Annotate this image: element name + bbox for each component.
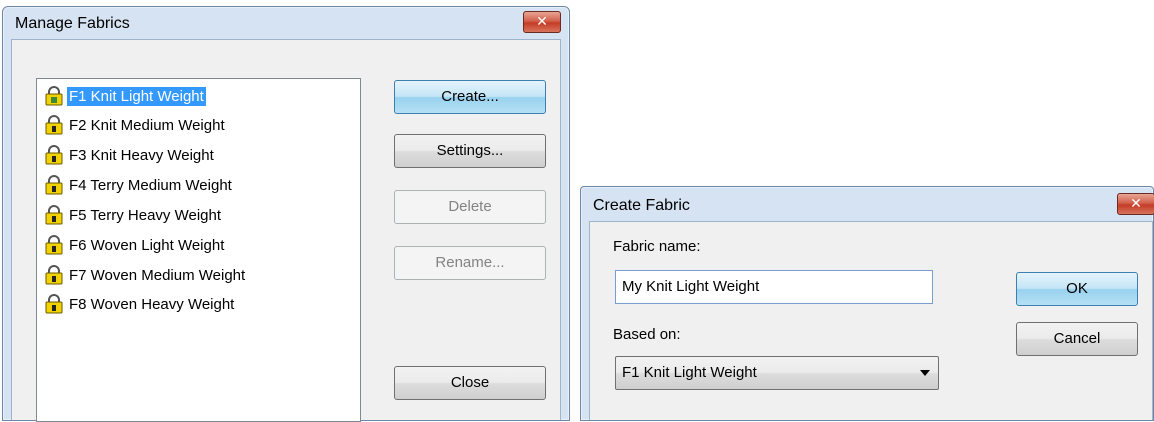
lock-icon bbox=[45, 235, 63, 255]
fabric-label: F2 Knit Medium Weight bbox=[69, 116, 225, 134]
fabric-name-label: Fabric name: bbox=[613, 238, 701, 255]
create-fabric-close-icon[interactable]: ✕ bbox=[1117, 193, 1154, 215]
lock-icon bbox=[45, 294, 63, 314]
create-fabric-client: Fabric name: My Knit Light Weight Based … bbox=[589, 221, 1153, 420]
lock-icon bbox=[45, 265, 63, 285]
manage-fabrics-dialog: Manage Fabrics ✕ F1 Knit Light Weight F2… bbox=[2, 6, 570, 422]
list-item[interactable]: F4 Terry Medium Weight bbox=[45, 173, 234, 197]
lock-icon bbox=[45, 115, 63, 135]
ok-button[interactable]: OK bbox=[1016, 272, 1138, 306]
list-item[interactable]: F5 Terry Heavy Weight bbox=[45, 203, 223, 227]
list-item[interactable]: F7 Woven Medium Weight bbox=[45, 263, 247, 287]
fabric-label: F7 Woven Medium Weight bbox=[69, 266, 246, 284]
fabric-listbox[interactable]: F1 Knit Light Weight F2 Knit Medium Weig… bbox=[36, 78, 361, 422]
list-item[interactable]: F1 Knit Light Weight bbox=[45, 84, 206, 108]
fabric-label: F3 Knit Heavy Weight bbox=[69, 146, 214, 164]
manage-fabrics-titlebar[interactable]: Manage Fabrics ✕ bbox=[3, 7, 569, 39]
chevron-down-icon bbox=[920, 370, 930, 376]
fabric-label: F1 Knit Light Weight bbox=[67, 86, 206, 106]
create-button[interactable]: Create... bbox=[394, 80, 546, 114]
manage-fabrics-client: F1 Knit Light Weight F2 Knit Medium Weig… bbox=[11, 39, 561, 422]
based-on-select[interactable]: F1 Knit Light Weight bbox=[615, 356, 939, 390]
create-fabric-titlebar[interactable]: Create Fabric ✕ bbox=[581, 187, 1154, 221]
manage-fabrics-title: Manage Fabrics bbox=[15, 15, 130, 32]
create-fabric-title: Create Fabric bbox=[593, 197, 690, 214]
delete-button: Delete bbox=[394, 190, 546, 224]
lock-icon bbox=[45, 205, 63, 225]
lock-icon bbox=[45, 175, 63, 195]
settings-button[interactable]: Settings... bbox=[394, 134, 546, 168]
based-on-value: F1 Knit Light Weight bbox=[622, 364, 757, 381]
cancel-button[interactable]: Cancel bbox=[1016, 322, 1138, 356]
fabric-label: F6 Woven Light Weight bbox=[69, 236, 225, 254]
fabric-label: F8 Woven Heavy Weight bbox=[69, 295, 235, 313]
list-item[interactable]: F2 Knit Medium Weight bbox=[45, 113, 227, 137]
fabric-label: F5 Terry Heavy Weight bbox=[69, 206, 221, 224]
list-item[interactable]: F3 Knit Heavy Weight bbox=[45, 143, 216, 167]
list-item[interactable]: F8 Woven Heavy Weight bbox=[45, 292, 236, 316]
lock-icon bbox=[45, 86, 63, 106]
manage-fabrics-close-icon[interactable]: ✕ bbox=[523, 11, 561, 33]
close-button[interactable]: Close bbox=[394, 366, 546, 400]
list-item[interactable]: F6 Woven Light Weight bbox=[45, 233, 226, 257]
create-fabric-dialog: Create Fabric ✕ Fabric name: My Knit Lig… bbox=[580, 186, 1154, 421]
lock-icon bbox=[45, 145, 63, 165]
based-on-label: Based on: bbox=[613, 326, 681, 343]
rename-button: Rename... bbox=[394, 246, 546, 280]
fabric-label: F4 Terry Medium Weight bbox=[69, 176, 232, 194]
fabric-name-field[interactable]: My Knit Light Weight bbox=[615, 270, 933, 304]
